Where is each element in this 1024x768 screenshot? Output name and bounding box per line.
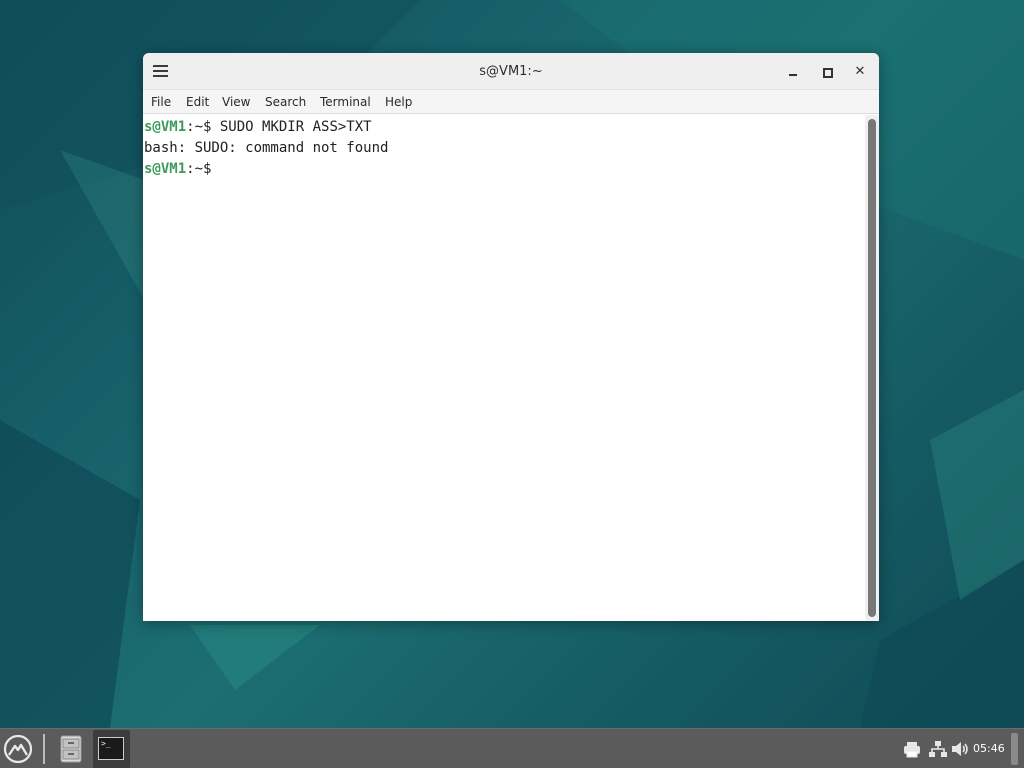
terminal-taskbar-button[interactable]: >_ [93,730,130,768]
window-titlebar[interactable]: s@VM1:~ ✕ [143,53,879,90]
menubar: File Edit View Search Terminal Help [143,90,879,114]
prompt-path: :~$ [186,161,212,177]
window-title: s@VM1:~ [479,64,543,79]
terminal-line: s@VM1:~$ SUDO MKDIR ASS>TXT [144,117,372,137]
terminal-icon: >_ [98,737,124,760]
printer-icon[interactable] [902,739,922,759]
terminal-icon-glyph: >_ [101,739,111,748]
menu-help[interactable]: Help [385,90,412,114]
close-button[interactable]: ✕ [851,63,869,81]
menu-view[interactable]: View [222,90,250,114]
command-text: SUDO MKDIR ASS>TXT [219,119,372,135]
maximize-button[interactable] [818,63,836,81]
menu-file[interactable]: File [151,90,171,114]
prompt-user: s@VM1 [144,161,187,177]
prompt-path: :~$ [186,119,220,135]
terminal-line: s@VM1:~$ [144,159,211,179]
taskbar: >_ 05:46 [0,728,1024,768]
menu-search[interactable]: Search [265,90,306,114]
minimize-button[interactable] [784,63,802,81]
scrollbar-thumb[interactable] [868,119,876,617]
menu-terminal[interactable]: Terminal [320,90,371,114]
network-icon[interactable] [928,739,948,759]
app-menu-logo-icon[interactable] [3,734,33,764]
clock[interactable]: 05:46 [973,729,1005,768]
file-cabinet-icon[interactable] [59,734,83,764]
menu-edit[interactable]: Edit [186,90,209,114]
taskbar-separator [43,734,45,764]
show-desktop-button[interactable] [1011,733,1018,765]
prompt-user: s@VM1 [144,119,187,135]
scrollbar[interactable] [865,115,879,621]
terminal-line: bash: SUDO: command not found [144,140,389,156]
terminal-output[interactable]: s@VM1:~$ SUDO MKDIR ASS>TXT bash: SUDO: … [143,115,865,621]
volume-icon[interactable] [950,739,970,759]
terminal-window: s@VM1:~ ✕ File Edit View Search Terminal… [143,53,879,621]
